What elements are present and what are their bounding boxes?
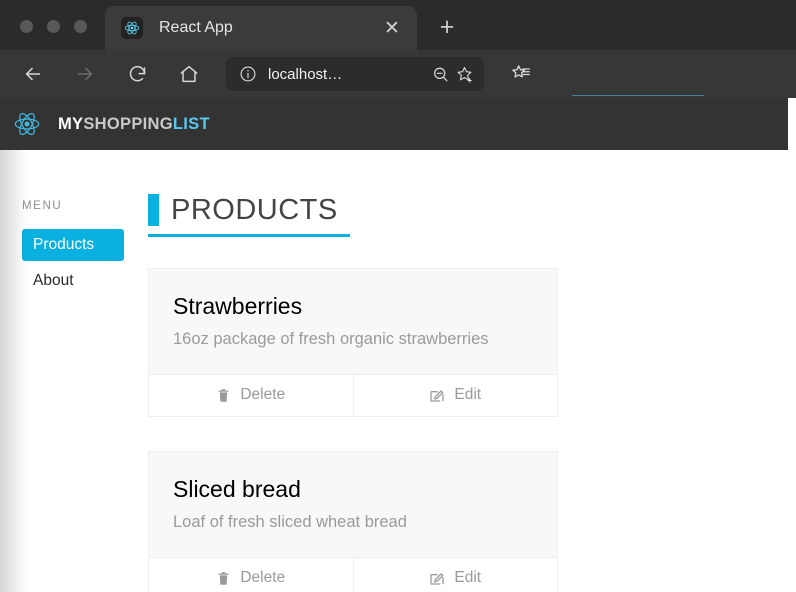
brand-logo-text[interactable]: MYSHOPPINGLIST [58, 115, 210, 134]
tab-strip: React App ✕ + [0, 0, 796, 50]
new-tab-button[interactable]: + [429, 9, 465, 45]
product-card: Strawberries 16oz package of fresh organ… [148, 268, 558, 417]
trash-icon [216, 388, 231, 403]
edit-pencil-icon [429, 570, 445, 586]
sidebar-item-label: Products [33, 236, 95, 253]
url-text[interactable]: localhost… [268, 66, 420, 83]
sidebar-heading: MENU [22, 200, 63, 212]
reading-list-icon[interactable] [502, 55, 540, 93]
maximize-window-button[interactable] [74, 20, 87, 33]
edit-button-label: Edit [454, 386, 482, 404]
brand-part-list: LIST [172, 114, 210, 133]
edit-button-label: Edit [454, 569, 482, 587]
product-list: Strawberries 16oz package of fresh organ… [148, 268, 796, 592]
title-accent-bar [148, 194, 159, 226]
close-tab-icon[interactable]: ✕ [381, 17, 403, 39]
brand-part-shopping: SHOPPING [83, 114, 173, 133]
product-card-footer: Delete Edit [149, 373, 557, 416]
toolbar-extras [502, 55, 554, 93]
product-card-body: Sliced bread Loaf of fresh sliced wheat … [149, 452, 557, 557]
bookmark-star-icon[interactable] [452, 62, 476, 86]
sidebar-item-about[interactable]: About [22, 265, 124, 297]
page-viewport: MYSHOPPINGLIST MENU Products About PRODU… [0, 98, 796, 592]
product-title: Strawberries [173, 293, 303, 319]
edit-button[interactable]: Edit [352, 374, 557, 416]
product-card: Sliced bread Loaf of fresh sliced wheat … [148, 450, 558, 592]
brand-part-my: MY [58, 114, 84, 133]
sidebar: MENU Products About [0, 150, 148, 592]
sidebar-item-products[interactable]: Products [22, 229, 124, 261]
react-logo-icon [121, 17, 143, 39]
page-title-container: PRODUCTS [148, 194, 350, 237]
back-icon[interactable] [14, 55, 52, 93]
delete-button[interactable]: Delete [149, 374, 353, 416]
reload-icon[interactable] [118, 55, 156, 93]
page-body: MENU Products About PRODUCTS Strawberrie… [0, 150, 796, 592]
product-card-footer: Delete Edit [149, 556, 557, 592]
delete-button-label: Delete [240, 569, 286, 587]
window-controls [0, 20, 105, 50]
edit-button[interactable]: Edit [352, 557, 557, 592]
browser-tab[interactable]: React App ✕ [105, 6, 417, 50]
product-title: Sliced bread [173, 475, 301, 502]
navigation-toolbar: localhost… [0, 50, 796, 98]
toolbar-accent-line [572, 95, 704, 96]
close-window-button[interactable] [20, 20, 33, 33]
app-header: MYSHOPPINGLIST [0, 98, 788, 150]
page-title: PRODUCTS [171, 193, 338, 226]
product-description: 16oz package of fresh organic strawberri… [173, 330, 489, 349]
minimize-window-button[interactable] [47, 20, 60, 33]
forward-icon[interactable] [66, 55, 104, 93]
edit-pencil-icon [429, 387, 445, 403]
delete-button-label: Delete [240, 386, 286, 404]
main-content: PRODUCTS Strawberries 16oz package of fr… [148, 150, 796, 592]
tab-title: React App [159, 19, 233, 36]
browser-window: React App ✕ + localhost… MYSHOPPINGLIST … [0, 0, 796, 592]
address-bar[interactable]: localhost… [226, 57, 484, 91]
zoom-out-icon[interactable] [428, 62, 452, 86]
product-card-body: Strawberries 16oz package of fresh organ… [149, 269, 557, 374]
trash-icon [216, 571, 231, 586]
home-icon[interactable] [170, 55, 208, 93]
delete-button[interactable]: Delete [149, 557, 353, 592]
sidebar-item-label: About [33, 272, 74, 289]
react-logo-icon [10, 107, 44, 141]
site-info-icon[interactable] [236, 62, 260, 86]
product-description: Loaf of fresh sliced wheat bread [173, 513, 407, 532]
